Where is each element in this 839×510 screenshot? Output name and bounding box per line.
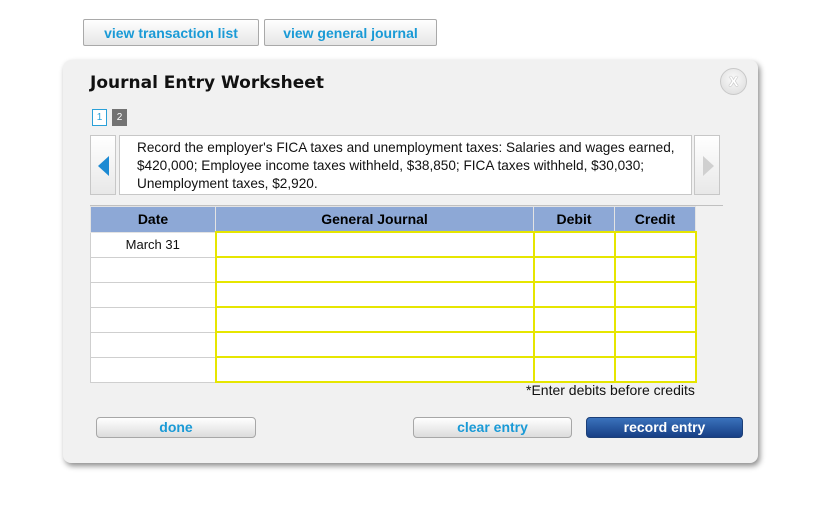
account-input[interactable] [214,231,535,258]
table-row [90,281,697,308]
credit-input[interactable] [613,231,697,258]
date-header: Date [90,206,216,233]
account-input[interactable] [214,356,535,383]
debit-input[interactable] [532,306,616,333]
debit-input[interactable] [532,356,616,383]
table-row [90,331,697,358]
date-cell [90,256,216,283]
date-cell [90,331,216,358]
date-cell: March 31 [90,231,216,258]
debit-input[interactable] [532,331,616,358]
credit-input[interactable] [613,331,697,358]
debit-input[interactable] [532,256,616,283]
table-row [90,256,697,283]
debit-header: Debit [533,206,615,233]
transaction-description: Record the employer's FICA taxes and une… [119,135,692,195]
date-cell [90,356,216,383]
next-button[interactable] [694,135,720,195]
account-input[interactable] [214,281,535,308]
page-tab-1[interactable]: 1 [92,109,107,126]
account-input[interactable] [214,306,535,333]
right-arrow-icon [703,156,714,176]
account-input[interactable] [214,256,535,283]
previous-button[interactable] [90,135,116,195]
debit-input[interactable] [532,231,616,258]
debit-input[interactable] [532,281,616,308]
left-arrow-icon [98,156,109,176]
credit-input[interactable] [613,256,697,283]
worksheet-title: Journal Entry Worksheet [90,73,324,93]
journal-table: Date General Journal Debit Credit March … [90,206,697,383]
account-input[interactable] [214,331,535,358]
credit-input[interactable] [613,281,697,308]
credit-header: Credit [614,206,696,233]
table-row [90,356,697,383]
credit-input[interactable] [613,356,697,383]
debits-before-credits-note: *Enter debits before credits [526,382,695,398]
general-journal-header: General Journal [215,206,534,233]
view-transaction-list-button[interactable]: view transaction list [83,19,259,46]
table-row: March 31 [90,231,697,258]
view-general-journal-button[interactable]: view general journal [264,19,437,46]
page-tab-2[interactable]: 2 [112,109,127,126]
done-button[interactable]: done [96,417,256,438]
clear-entry-button[interactable]: clear entry [413,417,572,438]
date-cell [90,281,216,308]
credit-input[interactable] [613,306,697,333]
table-header-row: Date General Journal Debit Credit [90,206,696,233]
journal-entry-worksheet-panel: Journal Entry Worksheet X 1 2 Record the… [63,60,758,463]
date-cell [90,306,216,333]
table-row [90,306,697,333]
record-entry-button[interactable]: record entry [586,417,743,438]
close-icon[interactable]: X [720,68,747,95]
